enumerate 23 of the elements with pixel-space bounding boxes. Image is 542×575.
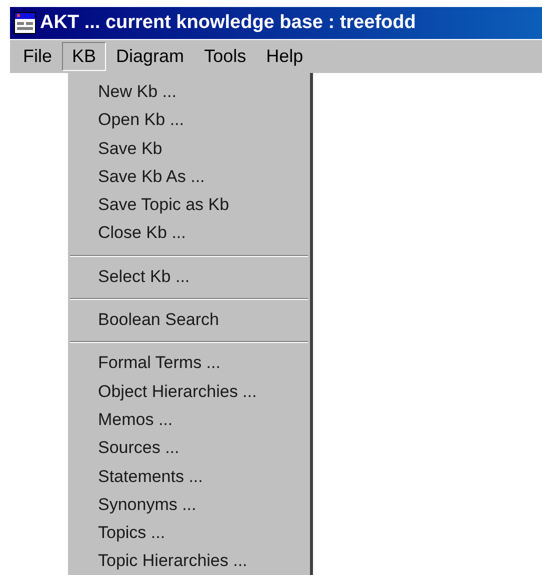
menu-item[interactable]: KB xyxy=(62,42,106,71)
window-title: AKT ... current knowledge base : treefodd xyxy=(40,12,416,34)
menu-item[interactable]: Help xyxy=(256,42,314,71)
menu-entry[interactable]: Save Topic as Kb xyxy=(68,191,310,220)
menu-entry[interactable]: Memos ... xyxy=(68,406,310,434)
window-icon[interactable] xyxy=(14,12,36,34)
menu-entry[interactable]: Sources ... xyxy=(68,434,310,463)
menu-item[interactable]: File xyxy=(13,42,62,71)
menu-entry[interactable]: Synonyms ... xyxy=(68,490,310,520)
menu-entry[interactable]: Boolean Search xyxy=(68,306,310,334)
menu-entry[interactable]: Close Kb ... xyxy=(68,219,310,248)
menu-entry[interactable]: Topic Hierarchies ... xyxy=(68,547,310,575)
menu-entry[interactable]: Topics ... xyxy=(68,519,310,548)
menu-item[interactable]: Tools xyxy=(194,42,256,71)
menu-entry[interactable]: Object Hierarchies ... xyxy=(68,378,310,406)
menu-entry[interactable]: Formal Terms ... xyxy=(68,349,310,378)
menu-entry[interactable]: Open Kb ... xyxy=(68,106,310,135)
menu-entry[interactable]: Save Kb As ... xyxy=(68,162,310,192)
menu-entry[interactable]: Select Kb ... xyxy=(68,262,310,292)
menu-entry[interactable]: Statements ... xyxy=(68,462,310,491)
menu-item[interactable]: Diagram xyxy=(106,42,194,71)
menu-entry[interactable]: Save Kb xyxy=(68,134,310,163)
menu-entry[interactable]: New Kb ... xyxy=(68,78,310,106)
